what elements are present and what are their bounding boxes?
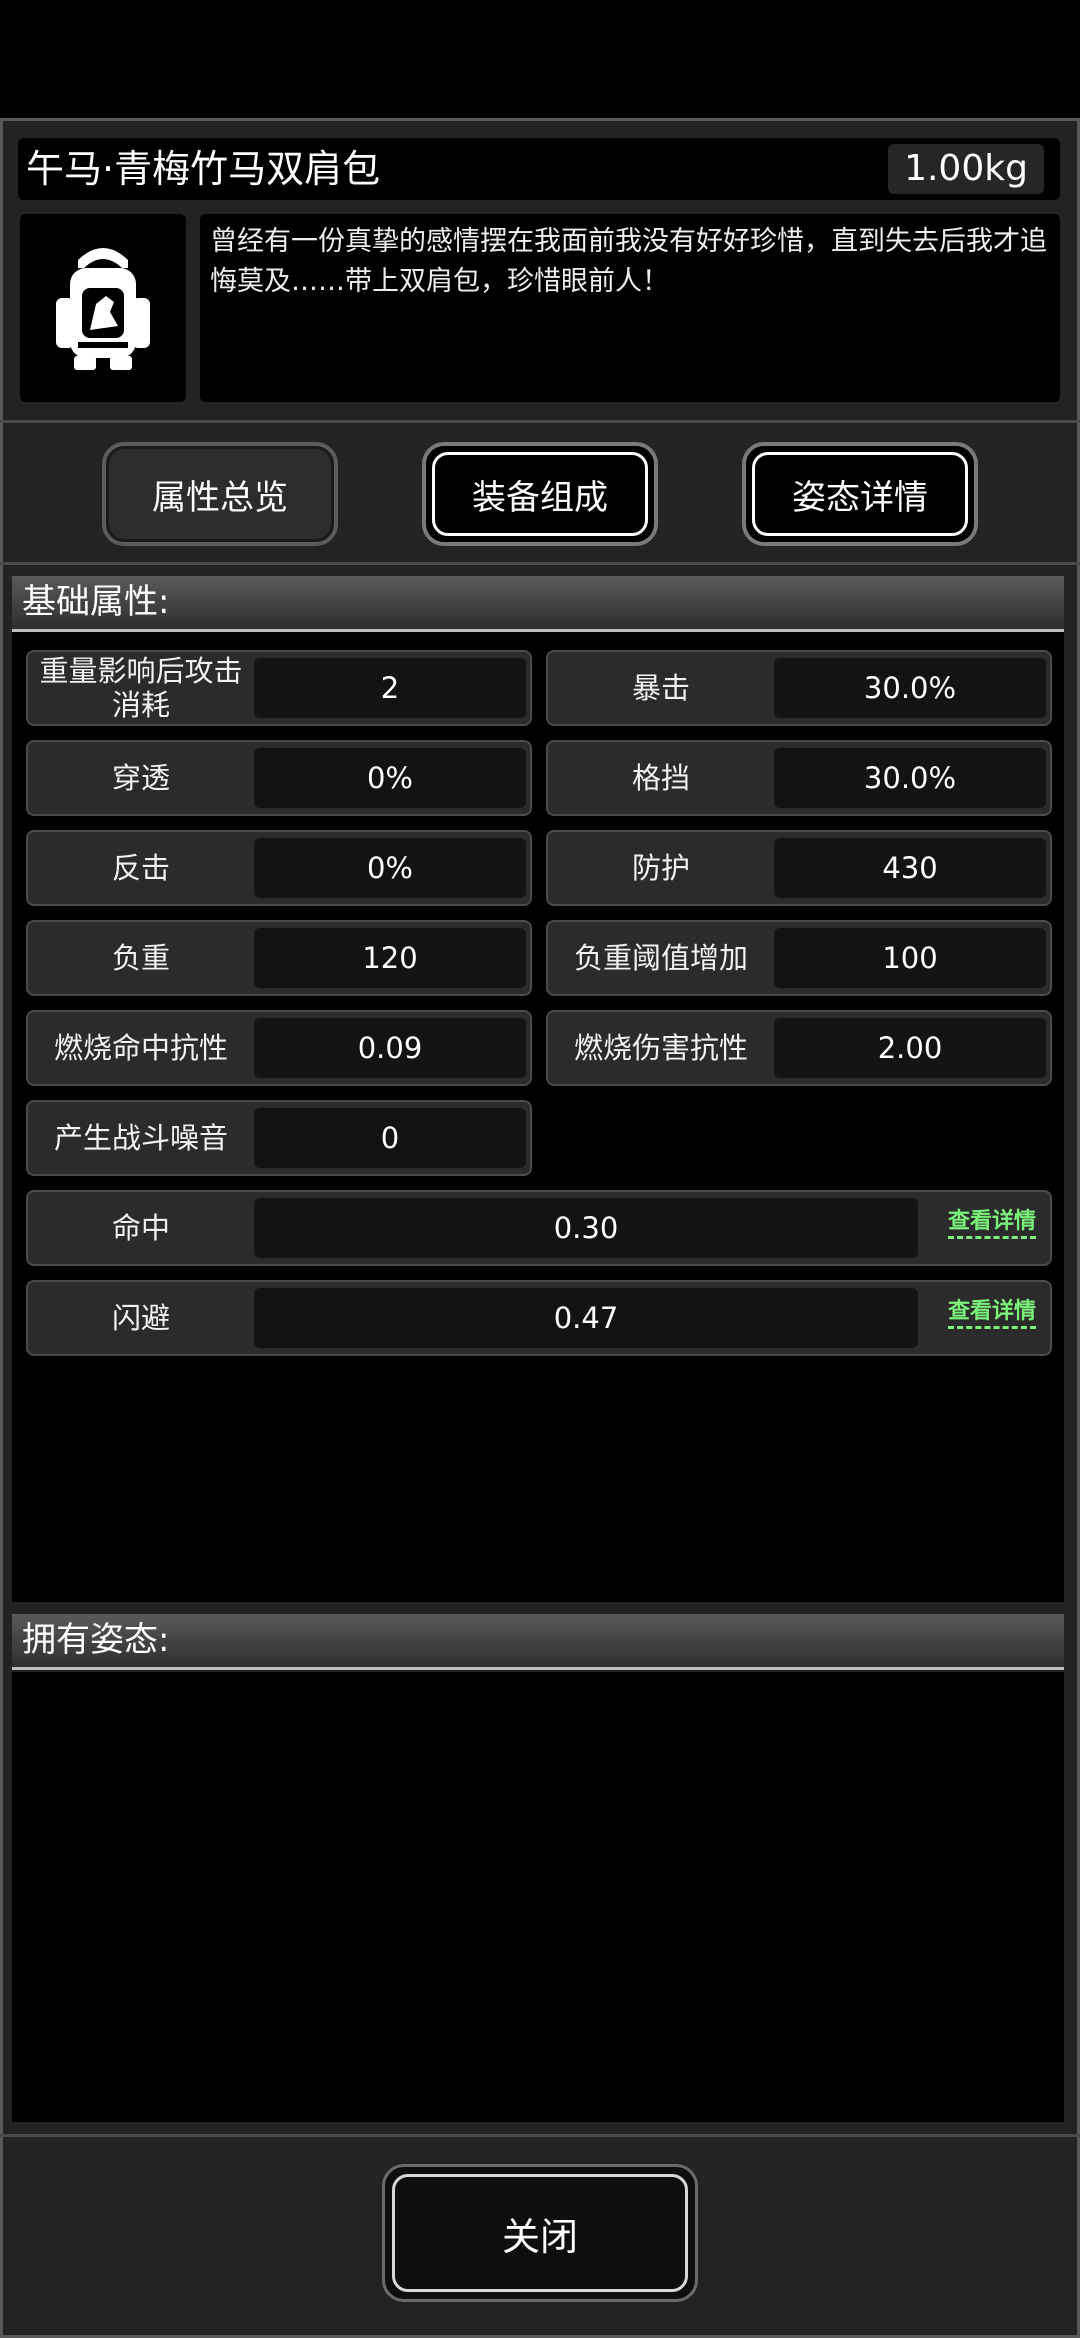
stat-label: 格挡 <box>631 761 690 795</box>
backpack-icon <box>56 248 150 370</box>
stat-block: 格挡 30.0% <box>546 740 1052 816</box>
stat-value: 30.0% <box>774 658 1046 718</box>
stat-label: 燃烧伤害抗性 <box>573 1031 748 1065</box>
stat-load: 负重 120 <box>26 920 532 996</box>
item-title-bar: 午马·青梅竹马双肩包 1.00kg <box>18 138 1060 200</box>
divider <box>0 2134 1080 2137</box>
tab-label: 姿态详情 <box>792 477 928 518</box>
close-button[interactable]: 关闭 <box>382 2164 698 2302</box>
stat-value: 0% <box>254 748 526 808</box>
stat-label: 产生战斗噪音 <box>53 1121 228 1155</box>
stat-value: 120 <box>254 928 526 988</box>
stat-label: 反击 <box>111 851 170 885</box>
stat-value: 0.30 <box>254 1198 918 1258</box>
stat-value: 0 <box>254 1108 526 1168</box>
stat-hit: 命中 0.30 查看详情 <box>26 1190 1052 1266</box>
stat-burn-hit-resist: 燃烧命中抗性 0.09 <box>26 1010 532 1086</box>
stances-header: 拥有姿态: <box>12 1614 1064 1670</box>
basic-attributes-header: 基础属性: <box>12 576 1064 632</box>
stat-protection: 防护 430 <box>546 830 1052 906</box>
stat-value: 0.47 <box>254 1288 918 1348</box>
close-button-label: 关闭 <box>501 2214 578 2259</box>
stat-burn-damage-resist: 燃烧伤害抗性 2.00 <box>546 1010 1052 1086</box>
stat-value: 0% <box>254 838 526 898</box>
stat-value: 100 <box>774 928 1046 988</box>
stat-critical: 暴击 30.0% <box>546 650 1052 726</box>
stat-counter: 反击 0% <box>26 830 532 906</box>
stat-value: 2.00 <box>774 1018 1046 1078</box>
stat-dodge: 闪避 0.47 查看详情 <box>26 1280 1052 1356</box>
stat-value: 30.0% <box>774 748 1046 808</box>
tab-stance-details[interactable]: 姿态详情 <box>742 442 978 546</box>
stat-label: 负重 <box>111 941 170 975</box>
stat-label: 暴击 <box>631 671 690 705</box>
item-description: 曾经有一份真挚的感情摆在我面前我没有好好珍惜，直到失去后我才追悔莫及……带上双肩… <box>200 214 1060 402</box>
stat-value: 0.09 <box>254 1018 526 1078</box>
stat-label: 命中 <box>111 1211 170 1245</box>
hit-details-link[interactable]: 查看详情 <box>947 1208 1036 1239</box>
stat-label: 闪避 <box>111 1301 170 1335</box>
stat-label: 燃烧命中抗性 <box>53 1031 228 1065</box>
stat-label: 防护 <box>631 851 690 885</box>
divider <box>0 562 1080 565</box>
stat-penetration: 穿透 0% <box>26 740 532 816</box>
divider <box>0 420 1080 423</box>
tab-label: 装备组成 <box>472 477 608 518</box>
item-name: 午马·青梅竹马双肩包 <box>26 147 381 191</box>
stances-area <box>12 1672 1064 2122</box>
stat-combat-noise: 产生战斗噪音 0 <box>26 1100 532 1176</box>
item-weight: 1.00kg <box>888 144 1044 194</box>
stat-value: 2 <box>254 658 526 718</box>
stat-attack-cost: 重量影响后攻击消耗 2 <box>26 650 532 726</box>
dodge-details-link[interactable]: 查看详情 <box>947 1298 1036 1329</box>
tab-label: 属性总览 <box>152 477 288 518</box>
stat-label: 穿透 <box>111 761 170 795</box>
stat-label: 重量影响后攻击消耗 <box>39 654 243 722</box>
item-icon-frame <box>20 214 186 402</box>
stat-load-threshold: 负重阈值增加 100 <box>546 920 1052 996</box>
stat-value: 430 <box>774 838 1046 898</box>
stat-label: 负重阈值增加 <box>573 941 748 975</box>
tab-attribute-overview[interactable]: 属性总览 <box>102 442 338 546</box>
tab-equipment-composition[interactable]: 装备组成 <box>422 442 658 546</box>
